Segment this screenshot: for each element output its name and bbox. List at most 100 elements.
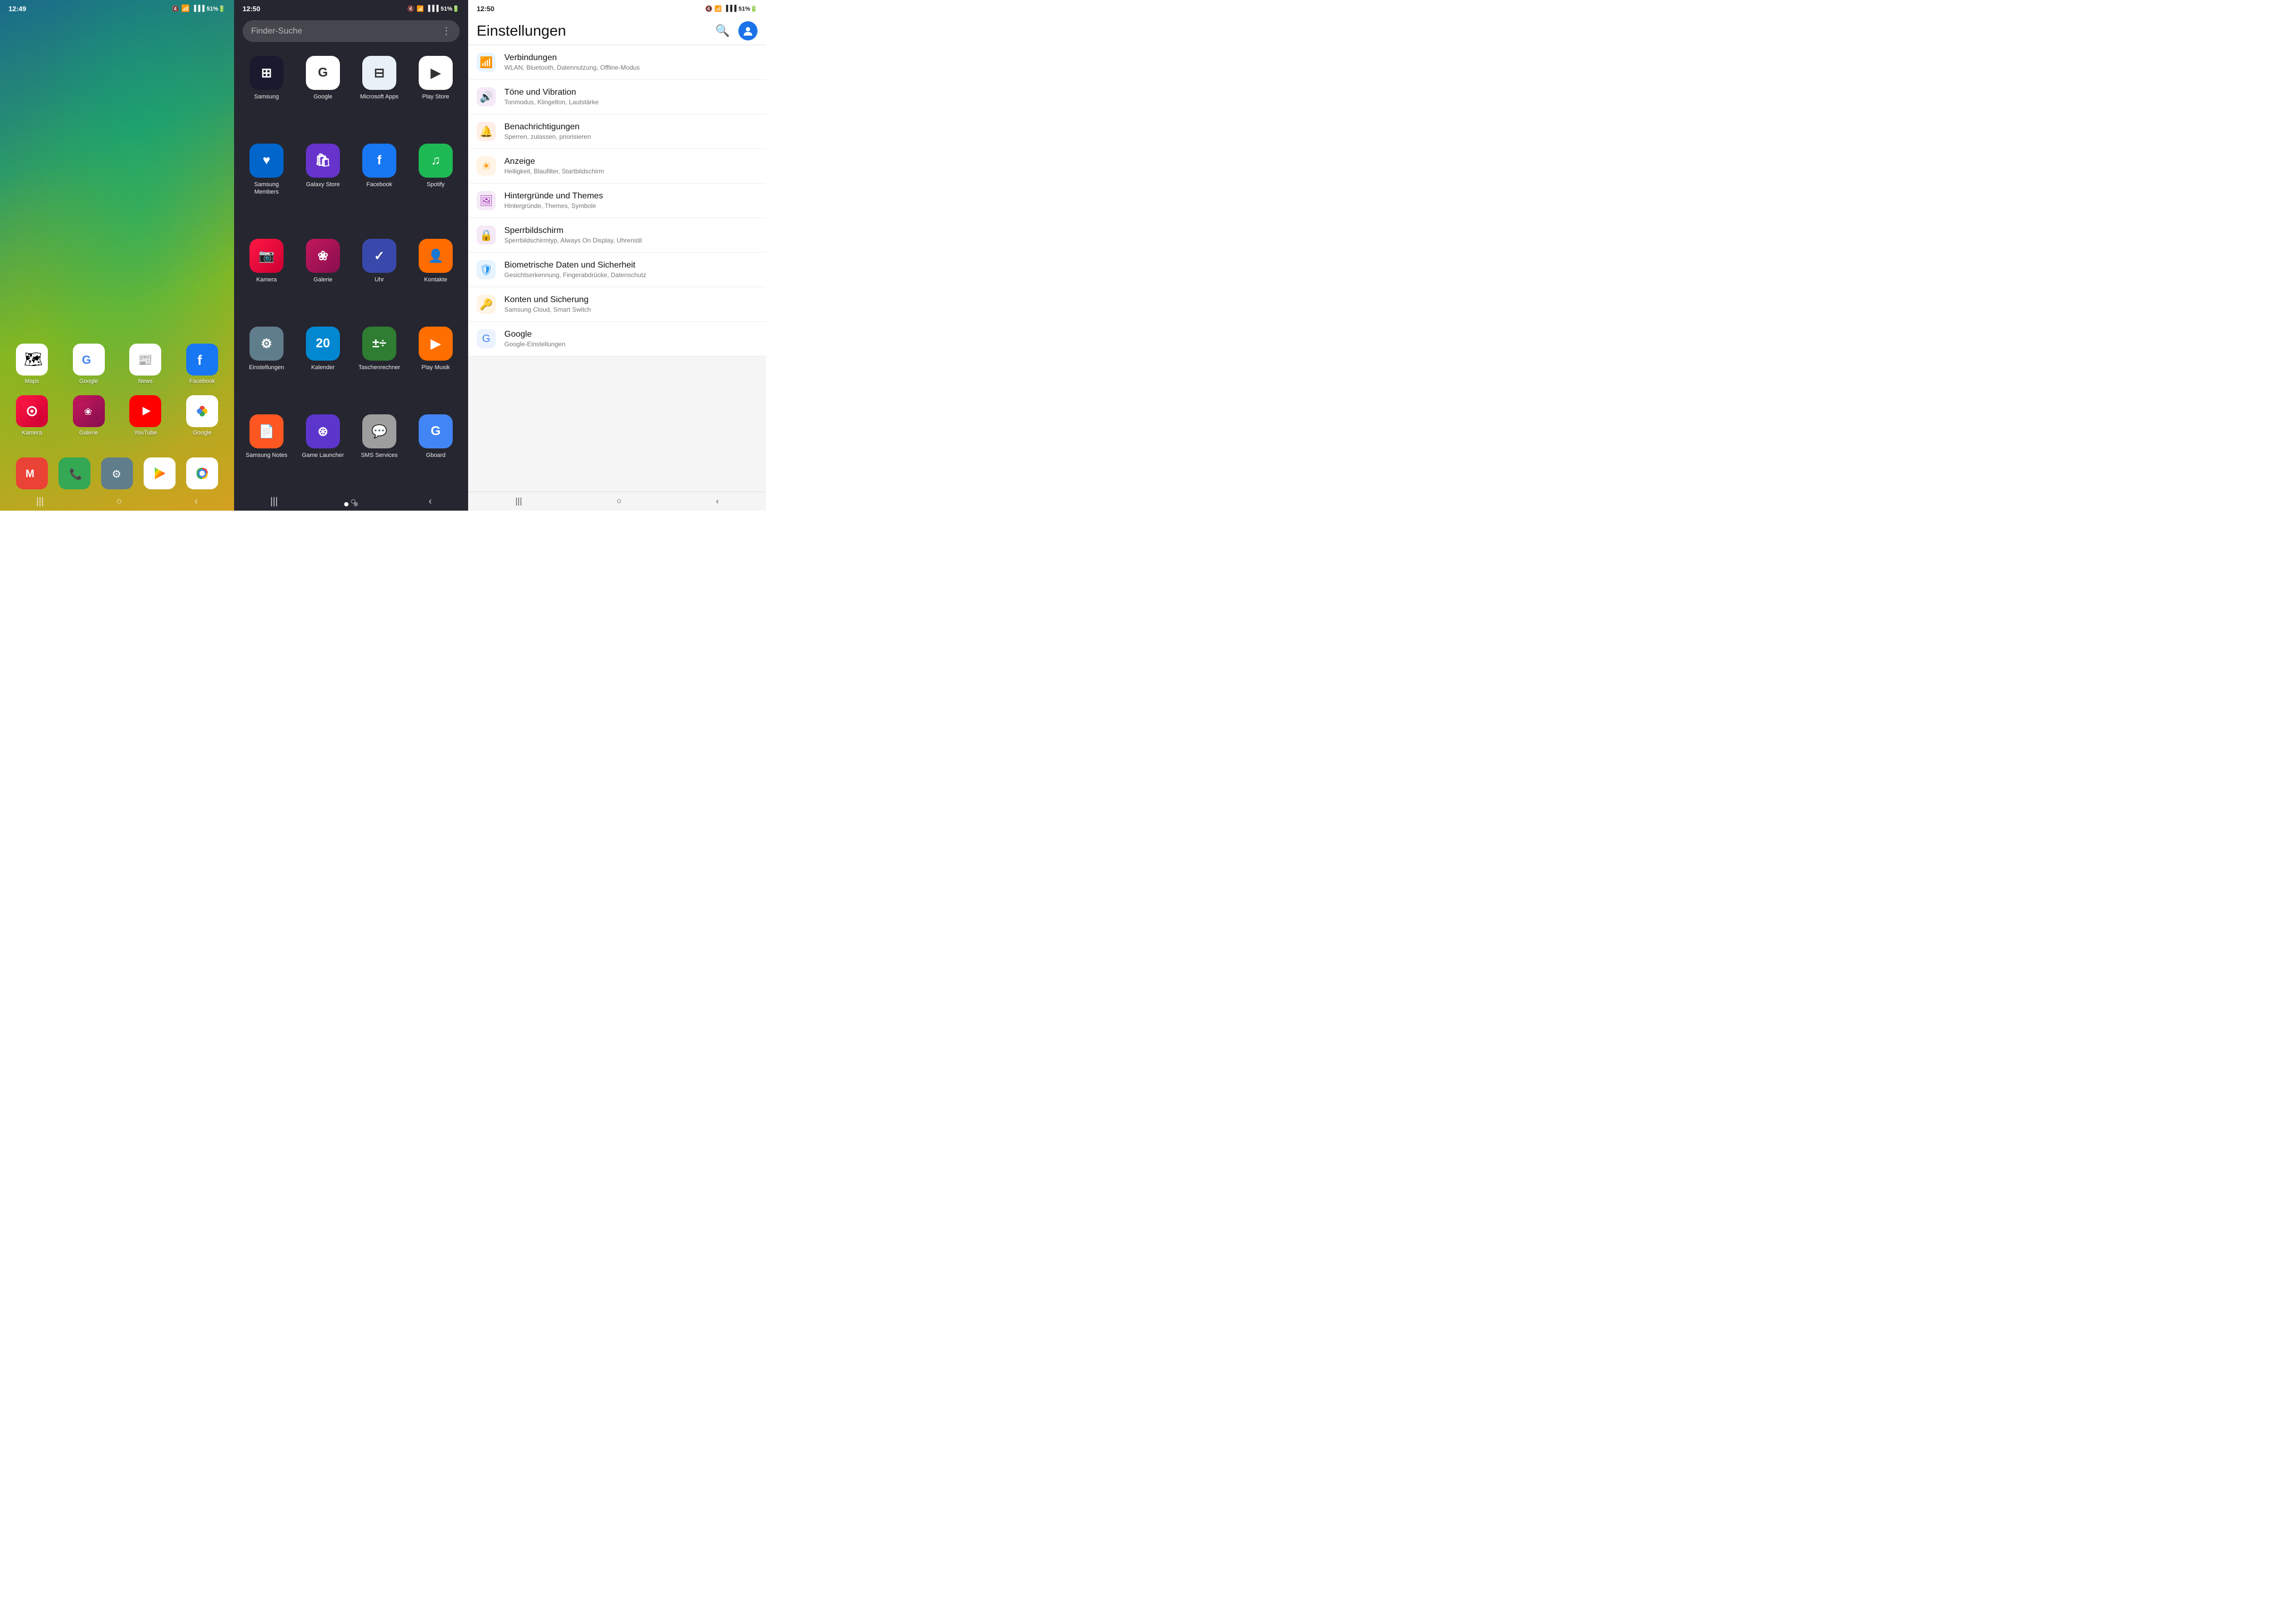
settings-subtitle-7: Samsung Cloud, Smart Switch xyxy=(504,306,758,313)
recent-btn-s[interactable]: ||| xyxy=(515,497,522,506)
drawer-app-microsoft-apps[interactable]: ⊟ Microsoft Apps xyxy=(353,52,405,135)
settings-title-2: Benachrichtigungen xyxy=(504,122,758,132)
galerie-label: Galerie xyxy=(79,430,98,436)
home-btn-d[interactable]: ○ xyxy=(351,496,356,507)
drawer-app-play-store[interactable]: ▶ Play Store xyxy=(410,52,462,135)
drawer-app-play-musik[interactable]: ▶ Play Musik xyxy=(410,322,462,406)
wifi-icon: 📶 xyxy=(181,4,190,13)
time-home: 12:49 xyxy=(9,5,26,13)
mute-icon-s: 🔇 xyxy=(705,5,712,12)
settings-item-4[interactable]: 🖼 Hintergründe und Themes Hintergründe, … xyxy=(468,184,766,218)
settings-text-2: Benachrichtigungen Sperren, zulassen, pr… xyxy=(504,122,758,140)
drawer-app-samsung-members[interactable]: ♥ Samsung Members xyxy=(240,139,293,230)
search-bar[interactable]: ⋮ xyxy=(243,20,460,42)
home-app-galerie[interactable]: ❀ Galerie xyxy=(68,395,110,436)
drawer-icon-facebook: f xyxy=(362,144,396,178)
settings-text-0: Verbindungen WLAN, Bluetooth, Datennutzu… xyxy=(504,53,758,71)
drawer-app-einstellungen[interactable]: ⚙ Einstellungen xyxy=(240,322,293,406)
drawer-app-samsung-notes[interactable]: 📄 Samsung Notes xyxy=(240,410,293,494)
home-btn-s[interactable]: ○ xyxy=(617,497,622,506)
settings-subtitle-3: Helligkeit, Blaufilter, Startbildschirm xyxy=(504,168,758,175)
settings-item-7[interactable]: 🔑 Konten und Sicherung Samsung Cloud, Sm… xyxy=(468,287,766,322)
home-row-2: Kamera ❀ Galerie YouTube xyxy=(11,395,223,436)
drawer-icon-kamera: 📷 xyxy=(249,239,284,273)
dock-chrome[interactable] xyxy=(186,457,218,489)
drawer-app-uhr[interactable]: ✓ Uhr xyxy=(353,235,405,318)
drawer-icon-kontakte: 👤 xyxy=(419,239,453,273)
drawer-app-sms-services[interactable]: 💬 SMS Services xyxy=(353,410,405,494)
settings-item-2[interactable]: 🔔 Benachrichtigungen Sperren, zulassen, … xyxy=(468,114,766,149)
drawer-app-game-launcher[interactable]: ⊛ Game Launcher xyxy=(297,410,349,494)
nav-bar-settings: ||| ○ ‹ xyxy=(468,491,766,511)
dock-phone[interactable]: 📞 xyxy=(59,457,90,489)
news-label: News xyxy=(138,378,153,385)
back-btn-s[interactable]: ‹ xyxy=(716,497,719,506)
drawer-icon-play-store: ▶ xyxy=(419,56,453,90)
drawer-icon-google: G xyxy=(306,56,340,90)
home-row-1: 🗺 Maps G Google 📰 News f Facebo xyxy=(11,344,223,385)
drawer-label: Galerie xyxy=(313,276,332,284)
drawer-app-facebook[interactable]: f Facebook xyxy=(353,139,405,230)
settings-item-0[interactable]: 📶 Verbindungen WLAN, Bluetooth, Datennut… xyxy=(468,45,766,80)
facebook-icon: f xyxy=(186,344,218,376)
drawer-label: Samsung Notes xyxy=(246,452,287,459)
settings-text-7: Konten und Sicherung Samsung Cloud, Smar… xyxy=(504,295,758,313)
drawer-label: Google xyxy=(313,93,332,101)
settings-text-5: Sperrbildschirm Sperrbildschirmtyp, Alwa… xyxy=(504,226,758,244)
status-icons-drawer: 🔇 📶 ▐▐▐ 51%🔋 xyxy=(407,5,460,12)
home-app-google[interactable]: G Google xyxy=(68,344,110,385)
home-app-google-photos[interactable]: Google xyxy=(181,395,223,436)
google-icon: G xyxy=(73,344,105,376)
drawer-label: Kontakte xyxy=(424,276,447,284)
home-app-maps[interactable]: 🗺 Maps xyxy=(11,344,53,385)
drawer-app-galaxy-store[interactable]: 🛍 Galaxy Store xyxy=(297,139,349,230)
home-btn[interactable]: ○ xyxy=(117,496,122,507)
panel-home: 12:49 🔇 📶 ▐▐▐ 51%🔋 🗺 Maps G Google xyxy=(0,0,234,511)
drawer-icon-taschenrechner: ±÷ xyxy=(362,327,396,361)
battery-home: 51%🔋 xyxy=(206,5,226,12)
drawer-app-gboard[interactable]: G Gboard xyxy=(410,410,462,494)
search-input[interactable] xyxy=(251,27,437,36)
settings-icon-0: 📶 xyxy=(477,53,496,72)
back-btn-d[interactable]: ‹ xyxy=(429,496,432,507)
battery-drawer: 51%🔋 xyxy=(440,5,460,12)
drawer-icon-microsoft-apps: ⊟ xyxy=(362,56,396,90)
home-app-camera[interactable]: Kamera xyxy=(11,395,53,436)
search-menu-icon[interactable]: ⋮ xyxy=(442,26,451,37)
nav-bar-home: ||| ○ ‹ xyxy=(0,491,234,511)
drawer-app-kamera[interactable]: 📷 Kamera xyxy=(240,235,293,318)
home-app-facebook[interactable]: f Facebook xyxy=(181,344,223,385)
recent-btn-d[interactable]: ||| xyxy=(270,496,278,507)
drawer-label: Kalender xyxy=(311,364,335,371)
back-btn[interactable]: ‹ xyxy=(195,496,198,507)
dock-mail[interactable]: M xyxy=(16,457,48,489)
settings-item-1[interactable]: 🔊 Töne und Vibration Tonmodus, Klingelto… xyxy=(468,80,766,114)
drawer-app-kalender[interactable]: 20 Kalender xyxy=(297,322,349,406)
youtube-label: YouTube xyxy=(134,430,157,436)
settings-item-6[interactable]: 🛡 Biometrische Daten und Sicherheit Gesi… xyxy=(468,253,766,287)
drawer-app-samsung[interactable]: ⊞ Samsung xyxy=(240,52,293,135)
home-app-news[interactable]: 📰 News xyxy=(124,344,167,385)
search-settings-btn[interactable]: 🔍 xyxy=(716,24,730,38)
recent-apps-btn[interactable]: ||| xyxy=(36,496,44,507)
status-icons-home: 🔇 📶 ▐▐▐ 51%🔋 xyxy=(172,4,226,13)
settings-icon-3: ☀ xyxy=(477,156,496,176)
svg-text:G: G xyxy=(82,353,91,366)
drawer-icon-spotify: ♫ xyxy=(419,144,453,178)
settings-item-8[interactable]: G Google Google-Einstellungen xyxy=(468,322,766,356)
dock-playstore[interactable] xyxy=(144,457,176,489)
drawer-app-spotify[interactable]: ♫ Spotify xyxy=(410,139,462,230)
dock-settings[interactable]: ⚙ xyxy=(101,457,133,489)
drawer-icon-uhr: ✓ xyxy=(362,239,396,273)
drawer-app-google[interactable]: G Google xyxy=(297,52,349,135)
home-app-youtube[interactable]: YouTube xyxy=(124,395,167,436)
settings-title-1: Töne und Vibration xyxy=(504,88,758,97)
settings-item-3[interactable]: ☀ Anzeige Helligkeit, Blaufilter, Startb… xyxy=(468,149,766,184)
drawer-icon-gboard: G xyxy=(419,414,453,448)
drawer-app-taschenrechner[interactable]: ±÷ Taschenrechner xyxy=(353,322,405,406)
settings-subtitle-5: Sperrbildschirmtyp, Always On Display, U… xyxy=(504,237,758,244)
drawer-app-kontakte[interactable]: 👤 Kontakte xyxy=(410,235,462,318)
settings-item-5[interactable]: 🔒 Sperrbildschirm Sperrbildschirmtyp, Al… xyxy=(468,218,766,253)
user-avatar[interactable] xyxy=(738,21,758,40)
drawer-app-galerie[interactable]: ❀ Galerie xyxy=(297,235,349,318)
